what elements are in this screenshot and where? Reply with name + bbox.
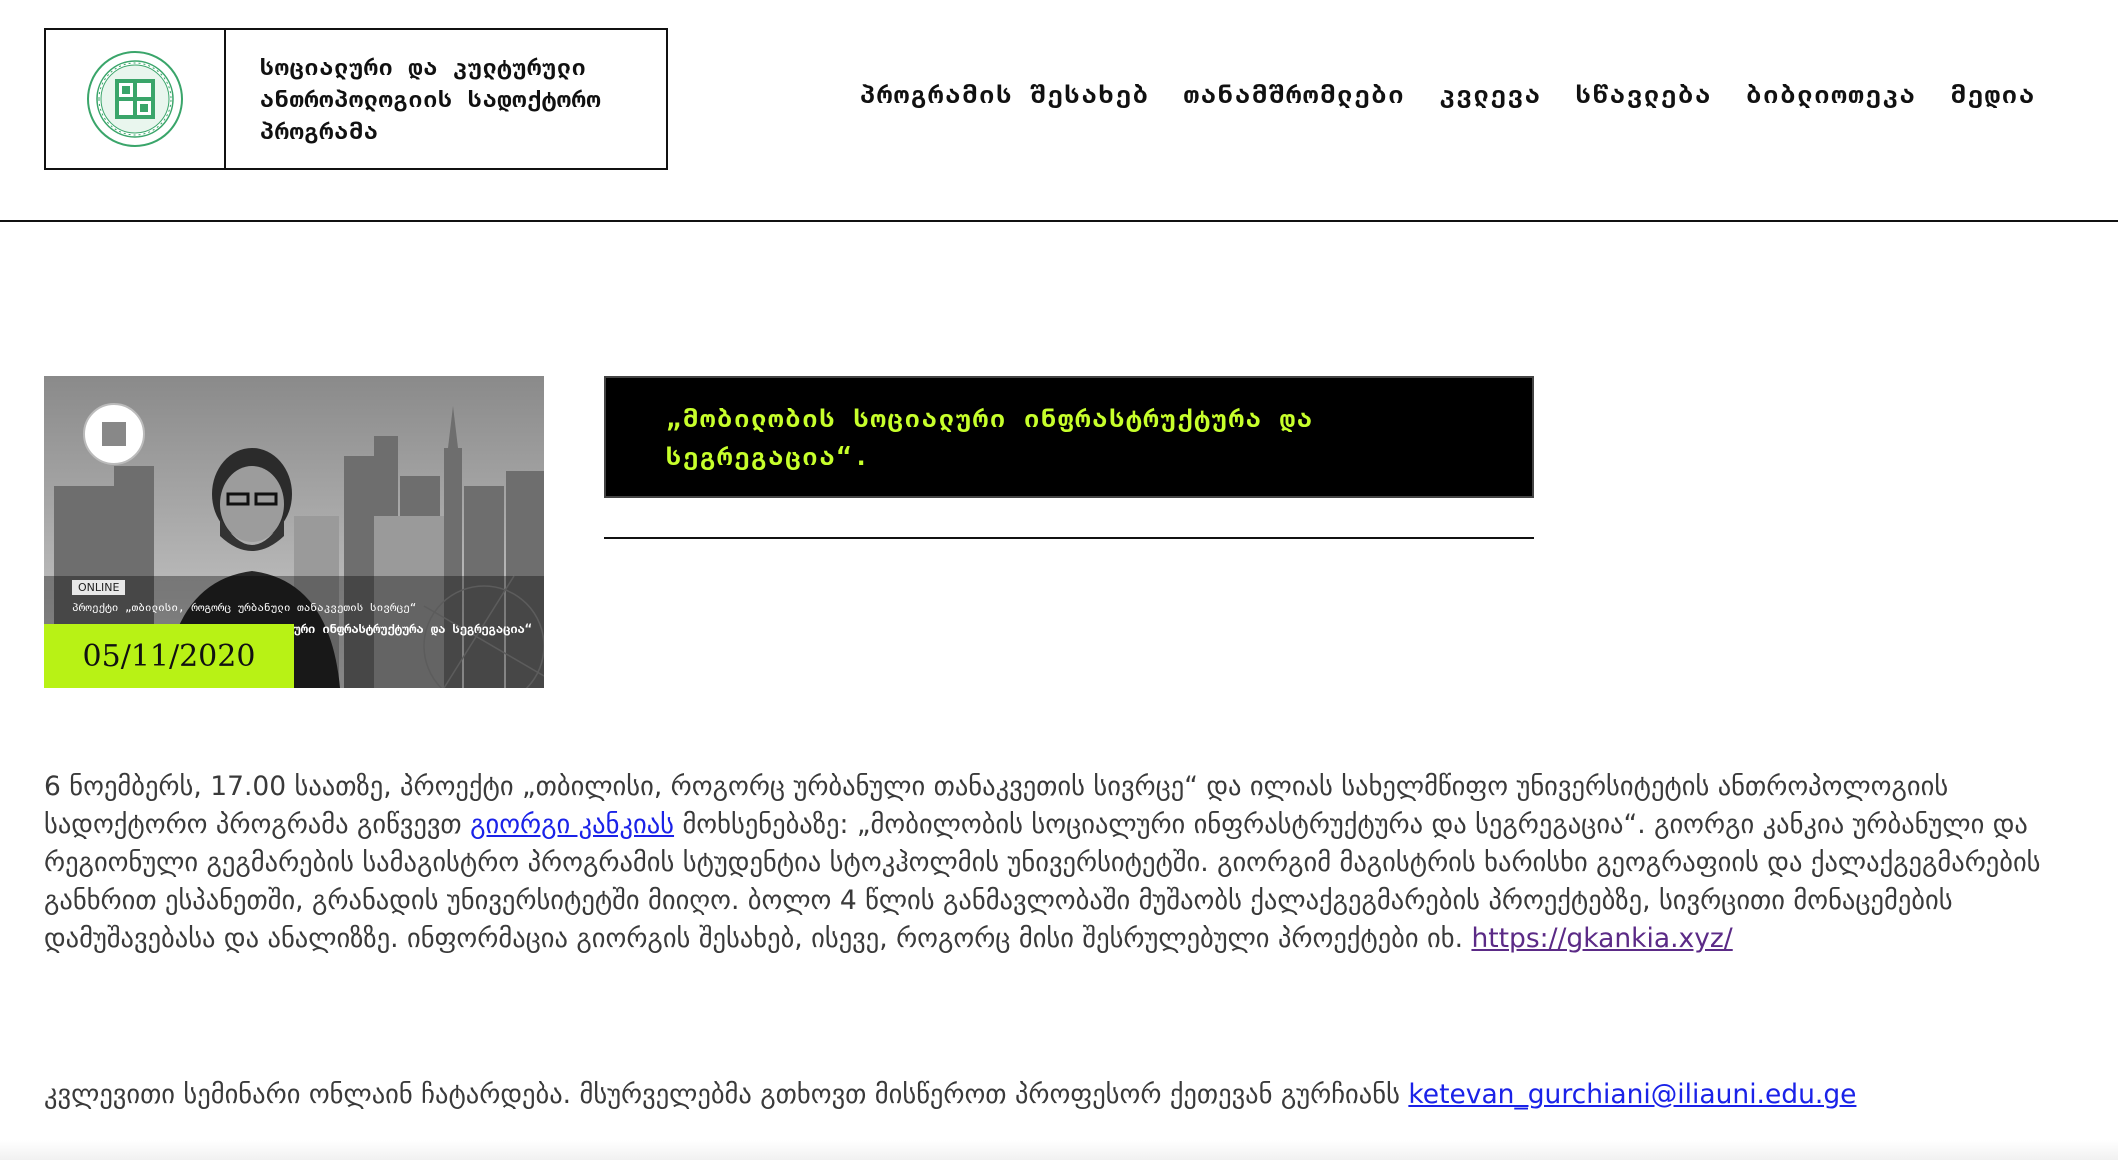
main-nav: პროგრამის შესახებ თანამშრომლები კვლევა ს…: [860, 80, 2036, 109]
nav-teaching[interactable]: სწავლება: [1576, 80, 1712, 109]
nav-media[interactable]: მედია: [1951, 80, 2036, 109]
description-paragraph: 6 ნოემბერს, 17.00 საათზე, პროექტი „თბილი…: [44, 768, 2084, 958]
nav-research[interactable]: კვლევა: [1439, 80, 1541, 109]
seminar-note-text: კვლევითი სემინარი ონლაინ ჩატარდება. მსურ…: [44, 1079, 1409, 1110]
online-badge: ONLINE: [72, 580, 126, 595]
event-description: 6 ნოემბერს, 17.00 საათზე, პროექტი „თბილი…: [44, 768, 2084, 958]
event-title: „მობილობის სოციალური ინფრასტრუქტურა და ს…: [666, 404, 1314, 471]
seminar-note: კვლევითი სემინარი ონლაინ ჩატარდება. მსურ…: [44, 1076, 2084, 1114]
speaker-link[interactable]: გიორგი კანკიას: [470, 809, 674, 840]
poster-caption-1: პროექტი „თბილისი, როგორც ურბანული თანაკვ…: [72, 601, 417, 614]
nav-staff[interactable]: თანამშრომლები: [1184, 80, 1406, 109]
event-title-box: „მობილობის სოციალური ინფრასტრუქტურა და ს…: [604, 376, 1534, 498]
home-logo-link[interactable]: სოციალური და კულტურული ანთროპოლოგიის სად…: [44, 28, 668, 170]
bottom-edge: [0, 1140, 2118, 1160]
contact-email-link[interactable]: ketevan_gurchiani@iliauni.edu.ge: [1408, 1079, 1856, 1110]
event-date-badge: 05/11/2020: [44, 624, 294, 688]
logo-emblem-cell: [46, 30, 226, 168]
page: სოციალური და კულტურული ანთროპოლოგიის სად…: [0, 0, 2118, 1160]
nav-about-program[interactable]: პროგრამის შესახებ: [860, 80, 1150, 109]
nav-library[interactable]: ბიბლიოთეკა: [1746, 80, 1917, 109]
speaker-website-link[interactable]: https://gkankia.xyz/: [1471, 923, 1732, 954]
site-header: სოციალური და კულტურული ანთროპოლოგიის სად…: [0, 0, 2118, 222]
program-title: სოციალური და კულტურული ანთროპოლოგიის სად…: [260, 55, 602, 145]
university-seal-icon: [87, 51, 183, 147]
title-divider: [604, 537, 1534, 539]
